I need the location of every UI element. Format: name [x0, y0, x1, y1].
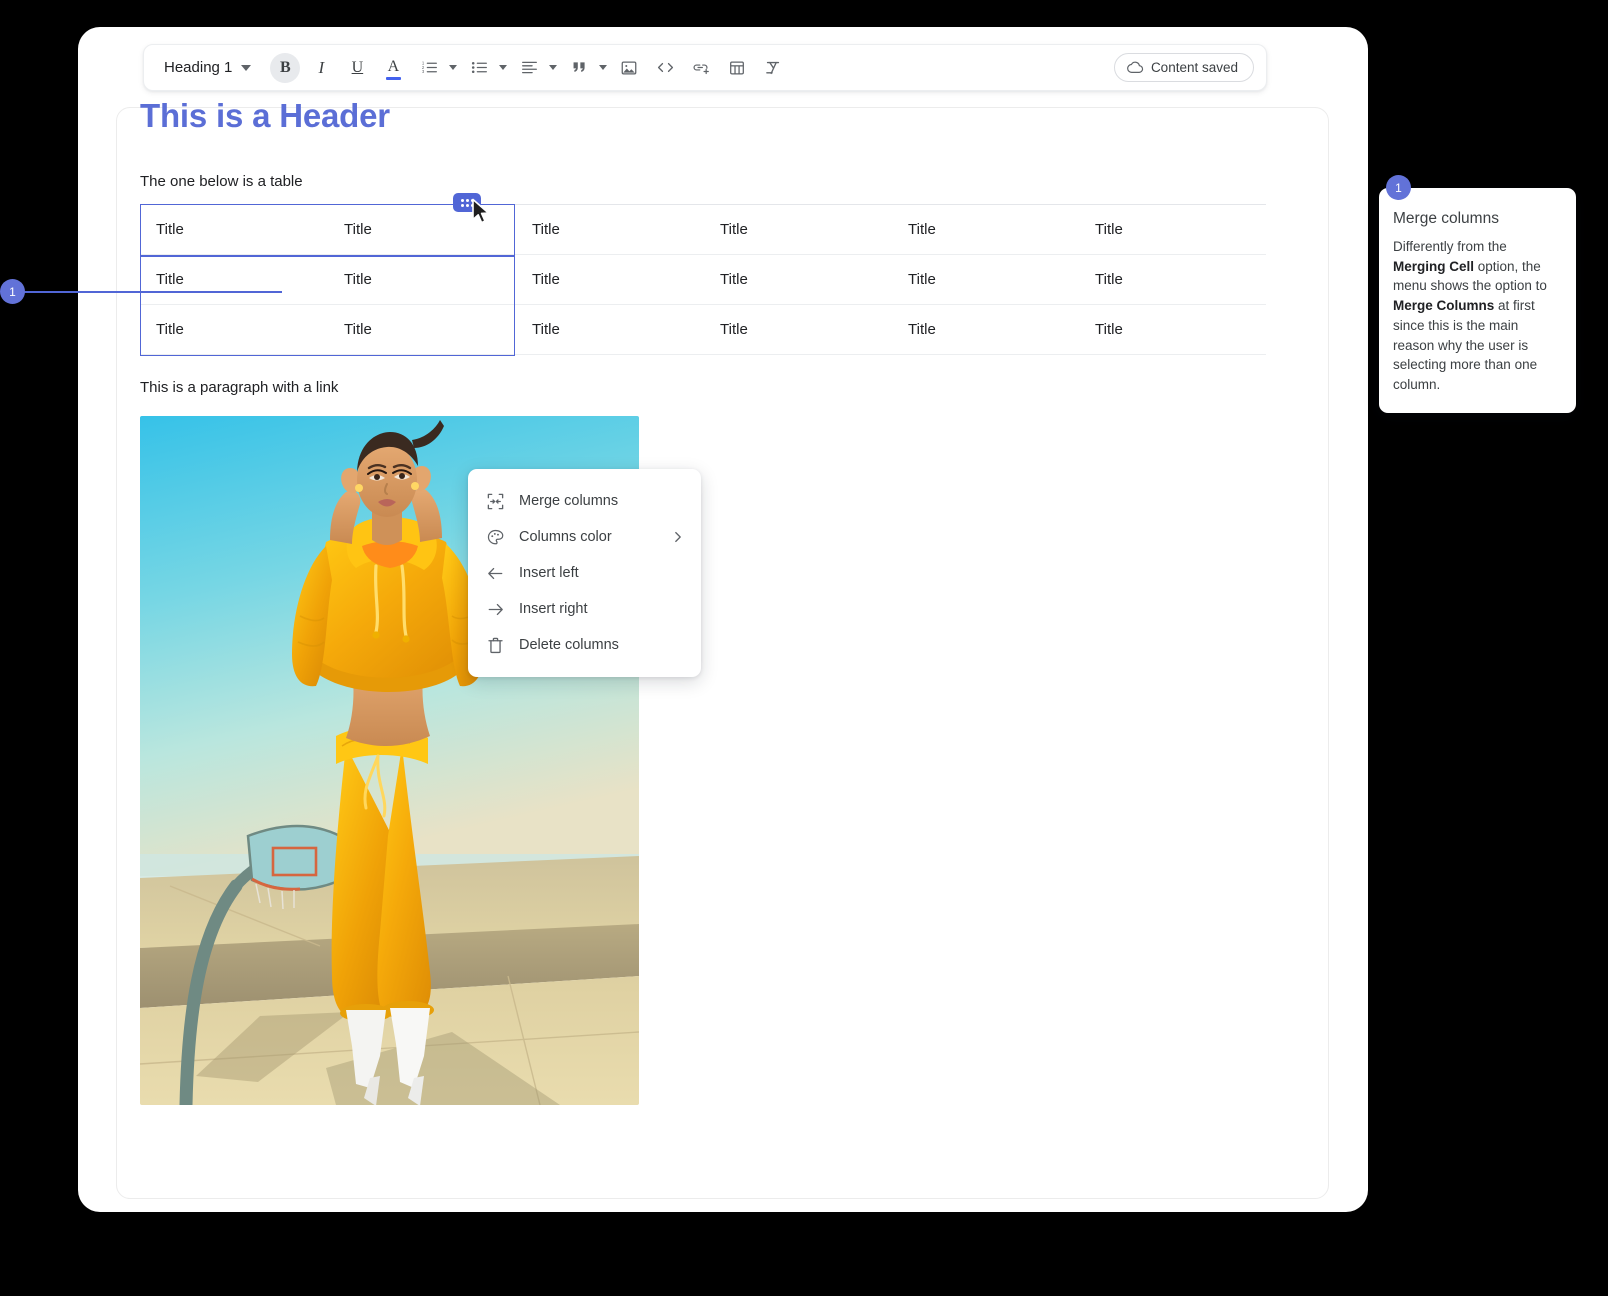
column-context-menu[interactable]: Merge columns Columns color Insert left …	[468, 469, 701, 677]
page-title: This is a Header	[140, 97, 390, 134]
link-paragraph: This is a paragraph with a link	[140, 379, 339, 396]
annotation-callout-body: Differently from the Merging Cell option…	[1393, 239, 1547, 392]
annotation-callout: 1 Merge columns Differently from the Mer…	[1379, 175, 1576, 413]
svg-text:3: 3	[422, 69, 425, 74]
menu-item-label: Insert left	[519, 565, 579, 581]
arrow-left-icon	[482, 560, 508, 586]
code-block-button[interactable]	[650, 53, 680, 83]
bold-icon: B	[280, 58, 291, 76]
table-cell[interactable]: Title	[704, 304, 892, 355]
table-wrapper: Title Title Title Title Title Title Titl…	[140, 193, 1268, 677]
intro-paragraph: The one below is a table	[140, 173, 303, 190]
content-saved-status: Content saved	[1113, 53, 1254, 82]
table-cell[interactable]: Title	[516, 254, 704, 305]
chevron-down-icon	[241, 64, 252, 71]
table-cell[interactable]: Title	[516, 204, 704, 255]
menu-item-label: Delete columns	[519, 637, 619, 653]
table-icon	[730, 61, 745, 74]
table-row[interactable]: Title Title Title Title Title Title	[140, 254, 1266, 305]
align-button[interactable]	[514, 53, 544, 83]
palette-icon	[482, 524, 508, 550]
blockquote-button[interactable]	[564, 53, 594, 83]
clear-format-icon	[766, 61, 780, 74]
numbered-list-button[interactable]: 1 2 3	[414, 53, 444, 83]
menu-item-insert-right[interactable]: Insert right	[468, 591, 701, 627]
blockquote-chevron-down-icon[interactable]	[599, 65, 608, 70]
italic-icon: I	[318, 58, 325, 77]
annotation-callout-number: 1	[1395, 180, 1402, 195]
table-cell[interactable]: Title	[1079, 254, 1266, 305]
annotation-marker-left[interactable]: 1	[0, 279, 25, 304]
bullet-list-button[interactable]	[464, 53, 494, 83]
document-body[interactable]: This is a Header The one below is a tabl…	[140, 97, 1268, 1105]
table-cell[interactable]: Title	[328, 304, 516, 355]
table-cell[interactable]: Title	[892, 254, 1079, 305]
trash-icon	[482, 632, 508, 658]
grip-dots-icon	[460, 198, 474, 207]
merge-columns-icon	[482, 488, 508, 514]
menu-item-label: Merge columns	[519, 493, 619, 509]
menu-item-label: Insert right	[519, 601, 588, 617]
document-table[interactable]: Title Title Title Title Title Title Titl…	[140, 204, 1266, 355]
table-cell[interactable]: Title	[140, 304, 328, 355]
text-color-button[interactable]: A	[378, 53, 408, 83]
annotation-marker-number: 1	[9, 284, 16, 299]
bullet-list-chevron-down-icon[interactable]	[499, 65, 508, 70]
cloud-saved-icon	[1127, 61, 1144, 73]
table-cell[interactable]: Title	[1079, 204, 1266, 255]
blockquote-icon	[573, 62, 585, 72]
heading-style-label: Heading 1	[164, 59, 233, 76]
app-window: Heading 1 B I U A 1 2 3 Content saved Th…	[78, 27, 1368, 1212]
bullet-list-icon	[471, 61, 487, 74]
numbered-list-icon: 1 2 3	[422, 61, 437, 74]
insert-image-button[interactable]	[614, 53, 644, 83]
column-grip-handle[interactable]	[453, 193, 481, 212]
table-cell[interactable]: Title	[1079, 304, 1266, 355]
underline-button[interactable]: U	[342, 53, 372, 83]
screenshot-stage: Heading 1 B I U A 1 2 3 Content saved Th…	[0, 0, 1608, 1296]
table-cell[interactable]: Title	[516, 304, 704, 355]
table-cell[interactable]: Title	[892, 304, 1079, 355]
menu-item-columns-color[interactable]: Columns color	[468, 519, 701, 555]
annotation-callout-badge: 1	[1386, 175, 1411, 200]
table-cell[interactable]: Title	[704, 204, 892, 255]
align-left-icon	[521, 61, 537, 74]
menu-item-insert-left[interactable]: Insert left	[468, 555, 701, 591]
annotation-connector-line	[22, 291, 282, 293]
editor-toolbar: Heading 1 B I U A 1 2 3 Content saved	[143, 44, 1267, 91]
table-cell[interactable]: Title	[140, 204, 328, 255]
insert-table-button[interactable]	[722, 53, 752, 83]
table-cell[interactable]: Title	[704, 254, 892, 305]
underline-icon: U	[351, 58, 364, 76]
text-color-icon: A	[385, 57, 401, 80]
annotation-callout-title: Merge columns	[1393, 210, 1499, 227]
chevron-right-icon	[671, 530, 685, 544]
link-icon	[693, 64, 709, 75]
table-cell[interactable]: Title	[140, 254, 328, 305]
numbered-list-chevron-down-icon[interactable]	[449, 65, 458, 70]
image-icon	[622, 61, 637, 74]
heading-style-select[interactable]: Heading 1	[162, 55, 257, 80]
code-icon	[657, 62, 673, 73]
table-row[interactable]: Title Title Title Title Title Title	[140, 304, 1266, 355]
align-chevron-down-icon[interactable]	[549, 65, 558, 70]
table-cell[interactable]: Title	[328, 204, 516, 255]
italic-button[interactable]: I	[306, 53, 336, 83]
insert-link-button[interactable]	[686, 53, 716, 83]
bold-button[interactable]: B	[270, 52, 301, 83]
menu-item-merge-columns[interactable]: Merge columns	[468, 483, 701, 519]
table-cell[interactable]: Title	[892, 204, 1079, 255]
menu-item-delete-columns[interactable]: Delete columns	[468, 627, 701, 663]
menu-item-label: Columns color	[519, 529, 612, 545]
clear-formatting-button[interactable]	[758, 53, 788, 83]
table-row[interactable]: Title Title Title Title Title Title	[140, 204, 1266, 255]
table-cell[interactable]: Title	[328, 254, 516, 305]
content-saved-label: Content saved	[1150, 60, 1238, 75]
arrow-right-icon	[482, 596, 508, 622]
